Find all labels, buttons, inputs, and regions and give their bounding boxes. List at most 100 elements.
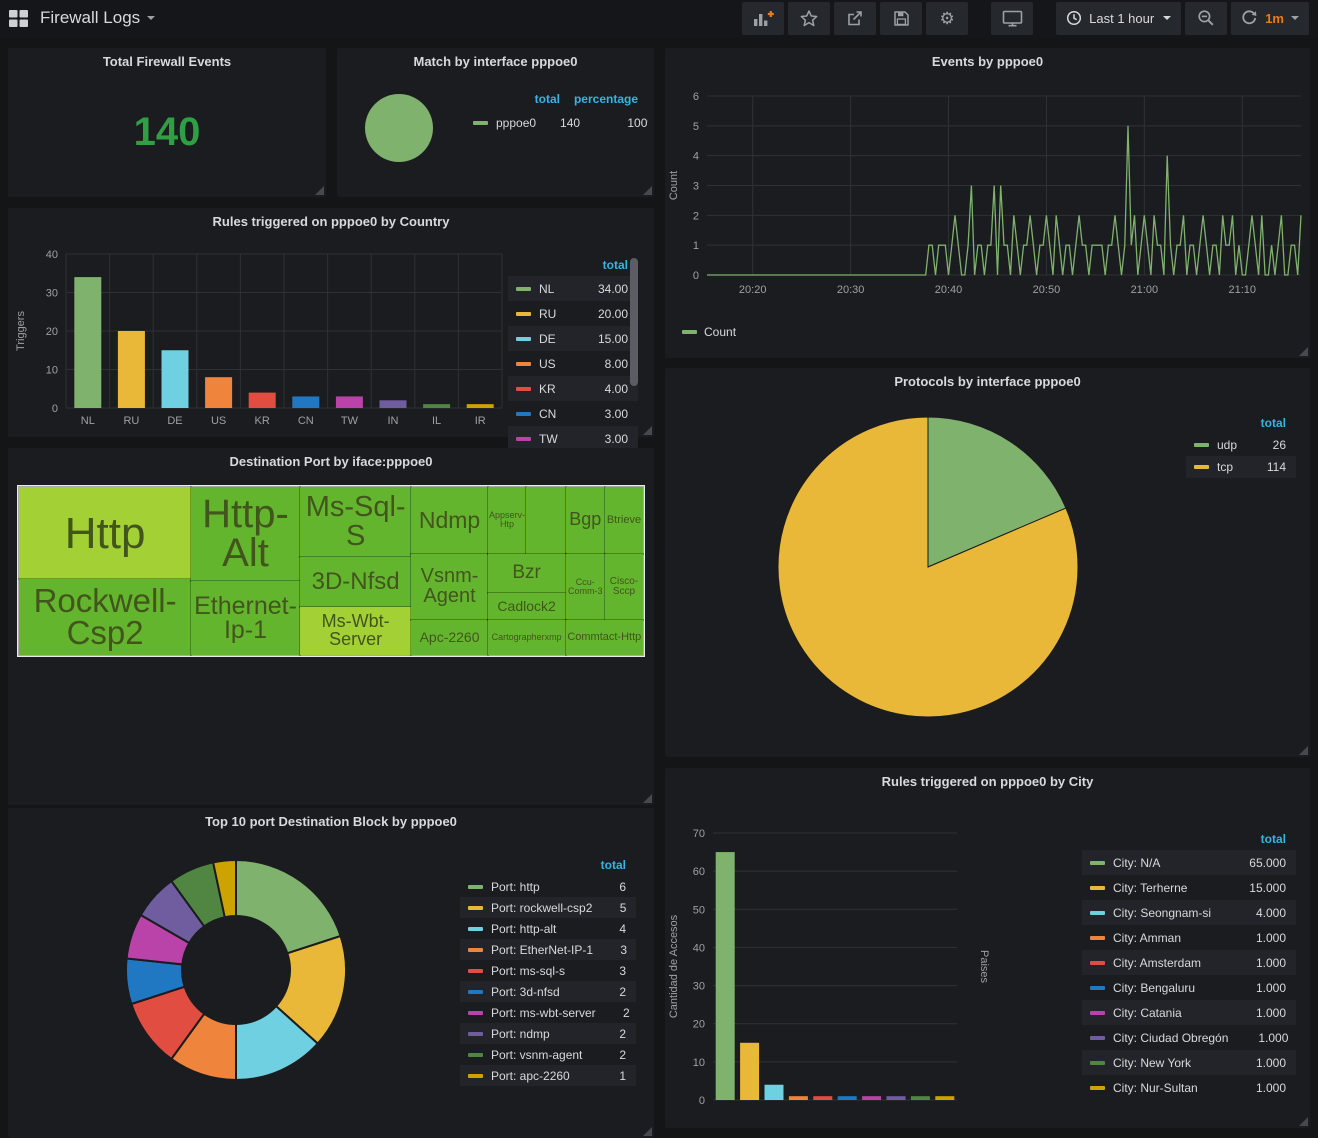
- panel-resize-handle[interactable]: [1299, 1117, 1308, 1126]
- bar-2[interactable]: [765, 1085, 784, 1100]
- treemap-cell-ethernet-ip-1[interactable]: Ethernet-Ip-1: [191, 581, 300, 655]
- treemap-cell-btrieve[interactable]: Btrieve: [605, 487, 643, 554]
- panel-title[interactable]: Protocols by interface pppoe0: [665, 368, 1310, 396]
- panel-resize-handle[interactable]: [1299, 347, 1308, 356]
- dashboard-title-caret[interactable]: [147, 16, 155, 20]
- bar-0[interactable]: [716, 852, 735, 1100]
- legend-scrollbar[interactable]: [630, 258, 638, 386]
- bar-DE[interactable]: [162, 350, 189, 408]
- legend-row-US[interactable]: US8.00: [508, 351, 638, 376]
- treemap-cell-rockwell-csp2[interactable]: Rockwell-Csp2: [19, 579, 191, 655]
- legend-row-Port: 3d-nfsd[interactable]: Port: 3d-nfsd2: [460, 981, 636, 1002]
- legend-header-total[interactable]: total: [576, 258, 628, 272]
- bar-7[interactable]: [887, 1096, 906, 1100]
- share-dashboard-button[interactable]: [834, 2, 876, 35]
- treemap-cell-ms-sql-s[interactable]: Ms-Sql-S: [300, 487, 412, 557]
- star-dashboard-button[interactable]: [788, 2, 830, 35]
- legend-row-Port: rockwell-csp2[interactable]: Port: rockwell-csp25: [460, 897, 636, 918]
- legend-row-KR[interactable]: KR4.00: [508, 376, 638, 401]
- bar-CN[interactable]: [292, 396, 319, 408]
- treemap-cell-http[interactable]: Http: [19, 487, 191, 579]
- zoom-out-time-button[interactable]: [1185, 2, 1227, 35]
- legend-row-City: Bengaluru[interactable]: City: Bengaluru1.000: [1082, 975, 1296, 1000]
- treemap-cell-commtact-http[interactable]: Commtact-Http: [566, 620, 643, 655]
- legend-row-Port: http-alt[interactable]: Port: http-alt4: [460, 918, 636, 939]
- match-pie-chart[interactable]: [343, 76, 465, 188]
- country-plot[interactable]: 010203040NLRUDEUSKRCNTWINILIRTriggers: [8, 236, 508, 436]
- events-legend[interactable]: Count: [682, 325, 1310, 339]
- legend-row-City: Catania[interactable]: City: Catania1.000: [1082, 1000, 1296, 1025]
- time-range-picker[interactable]: Last 1 hour: [1056, 2, 1181, 35]
- treemap-cell-ndmp[interactable]: Ndmp: [411, 487, 487, 554]
- panel-title[interactable]: Rules triggered on pppoe0 by Country: [8, 208, 654, 236]
- legend-row-Port: apc-2260[interactable]: Port: apc-22601: [460, 1065, 636, 1086]
- treemap-cell-bzr[interactable]: Bzr: [488, 554, 566, 593]
- pie-slice-pppoe0[interactable]: [365, 94, 433, 162]
- dashboard-title[interactable]: Firewall Logs: [40, 8, 140, 28]
- bar-3[interactable]: [789, 1096, 808, 1100]
- bar-4[interactable]: [813, 1096, 832, 1100]
- panel-resize-handle[interactable]: [1299, 746, 1308, 755]
- city-plot[interactable]: 010203040506070Cantidad de AccesosPaises: [665, 796, 1013, 1118]
- dashboard-settings-button[interactable]: ⚙: [926, 2, 968, 35]
- country-bar-chart[interactable]: 010203040NLRUDEUSKRCNTWINILIRTriggers: [8, 236, 508, 441]
- bar-1[interactable]: [740, 1043, 759, 1100]
- treemap-cell-bgp[interactable]: Bgp: [566, 487, 605, 554]
- legend-row-City: Amman[interactable]: City: Amman1.000: [1082, 925, 1296, 950]
- treemap-cell-apc-2260[interactable]: Apc-2260: [411, 620, 487, 655]
- legend-header-total[interactable]: total: [592, 858, 626, 872]
- panel-resize-handle[interactable]: [643, 794, 652, 803]
- events-timeseries-chart[interactable]: 012345620:2020:3020:4020:5021:0021:10Cou…: [665, 76, 1310, 321]
- treemap-cell-ms-wbt-server[interactable]: Ms-Wbt-Server: [300, 607, 412, 655]
- panel-resize-handle[interactable]: [315, 186, 324, 195]
- bar-IN[interactable]: [380, 400, 407, 408]
- add-panel-button[interactable]: [742, 2, 784, 35]
- pie-slice-Port: http[interactable]: [236, 860, 341, 953]
- panel-resize-handle[interactable]: [643, 1127, 652, 1136]
- legend-row-udp[interactable]: udp26: [1186, 434, 1296, 456]
- legend-row-RU[interactable]: RU20.00: [508, 301, 638, 326]
- legend-header-total[interactable]: total: [1246, 416, 1286, 430]
- treemap-cell-appserv-htp[interactable]: Appserv-Htp: [488, 487, 527, 554]
- legend-row-Port: ndmp[interactable]: Port: ndmp2: [460, 1023, 636, 1044]
- legend-row-Port: http[interactable]: Port: http6: [460, 876, 636, 897]
- bar-IR[interactable]: [467, 404, 494, 408]
- bar-8[interactable]: [911, 1096, 930, 1100]
- events-plot[interactable]: 012345620:2020:3020:4020:5021:0021:10Cou…: [665, 76, 1308, 316]
- bar-KR[interactable]: [249, 393, 276, 408]
- panel-title[interactable]: Total Firewall Events: [8, 48, 326, 76]
- bar-TW[interactable]: [336, 396, 363, 408]
- treemap-cell-empty[interactable]: [526, 487, 565, 554]
- bar-9[interactable]: [935, 1096, 954, 1100]
- legend-row-City: Nur-Sultan[interactable]: City: Nur-Sultan1.000: [1082, 1075, 1296, 1100]
- cycle-view-mode-button[interactable]: [991, 2, 1033, 35]
- legend-row-City: New York[interactable]: City: New York1.000: [1082, 1050, 1296, 1075]
- bar-RU[interactable]: [118, 331, 145, 408]
- legend-header-total[interactable]: total: [516, 92, 560, 106]
- legend-header-percentage[interactable]: percentage: [560, 92, 638, 106]
- panel-title[interactable]: Destination Port by iface:pppoe0: [8, 448, 654, 476]
- legend-row-City: Amsterdam[interactable]: City: Amsterdam1.000: [1082, 950, 1296, 975]
- legend-row-City: Seongnam-si[interactable]: City: Seongnam-si4.000: [1082, 900, 1296, 925]
- panel-title[interactable]: Match by interface pppoe0: [337, 48, 654, 76]
- treemap-cell-cisco-sccp[interactable]: Cisco-Sccp: [605, 554, 643, 621]
- refresh-picker[interactable]: 1m: [1231, 2, 1309, 35]
- legend-row-tcp[interactable]: tcp114: [1186, 456, 1296, 478]
- bar-5[interactable]: [838, 1096, 857, 1100]
- legend-row-Port: vsnm-agent[interactable]: Port: vsnm-agent2: [460, 1044, 636, 1065]
- city-bar-chart[interactable]: 010203040506070Cantidad de AccesosPaises: [665, 796, 1013, 1123]
- treemap-cell-cartographerxmp[interactable]: Cartographerxmp: [488, 620, 566, 655]
- legend-row-NL[interactable]: NL34.00: [508, 276, 638, 301]
- panel-resize-handle[interactable]: [643, 426, 652, 435]
- panel-resize-handle[interactable]: [643, 186, 652, 195]
- legend-row-CN[interactable]: CN3.00: [508, 401, 638, 426]
- legend-row-City: N/A[interactable]: City: N/A65.000: [1082, 850, 1296, 875]
- dashboards-grid-icon[interactable]: [9, 10, 28, 27]
- legend-row-Port: ms-wbt-server[interactable]: Port: ms-wbt-server2: [460, 1002, 636, 1023]
- panel-title[interactable]: Rules triggered on pppoe0 by City: [665, 768, 1310, 796]
- panel-title[interactable]: Events by pppoe0: [665, 48, 1310, 76]
- treemap-cell-3d-nfsd[interactable]: 3D-Nfsd: [300, 557, 412, 607]
- legend-row-City: Ciudad Obregón[interactable]: City: Ciudad Obregón1.000: [1082, 1025, 1296, 1050]
- bar-6[interactable]: [862, 1096, 881, 1100]
- bar-IL[interactable]: [423, 404, 450, 408]
